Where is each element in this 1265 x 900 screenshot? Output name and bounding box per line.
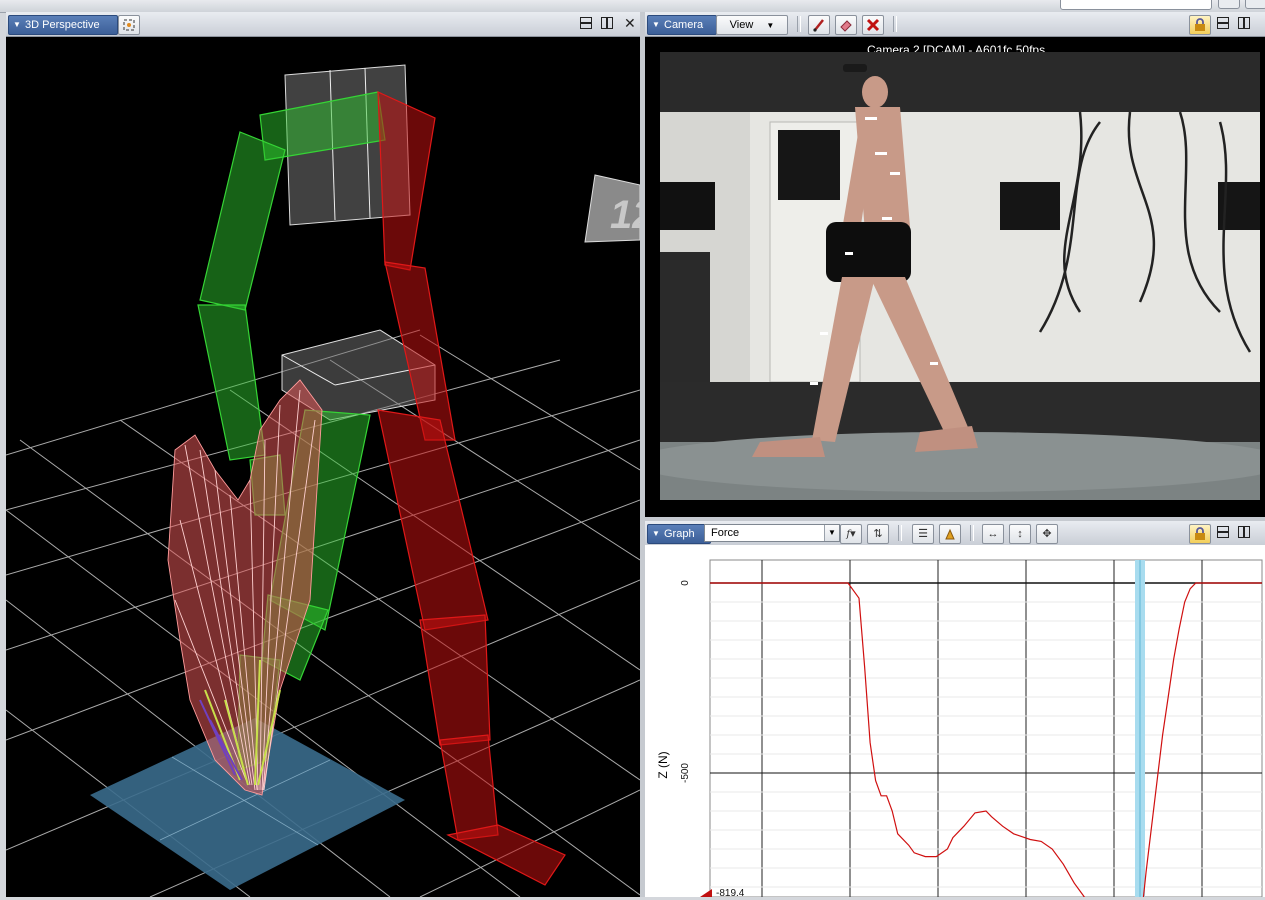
clear-icon[interactable] <box>939 524 961 544</box>
view-menu-button[interactable]: View ▼ <box>716 15 788 35</box>
cursor-value-marker <box>700 889 712 897</box>
graph-area: Z (N) 0 -500 -819.4 <box>645 545 1265 899</box>
toolbar-separator <box>797 16 801 32</box>
tab-graph[interactable]: ▼ Graph <box>647 524 711 544</box>
plot-frame <box>709 559 1263 898</box>
marker-label: 12 <box>610 193 640 237</box>
camera-video-frame[interactable] <box>660 52 1260 500</box>
focus-icon[interactable] <box>118 15 140 35</box>
eraser-icon[interactable] <box>835 15 857 35</box>
y-tick-label: -500 <box>680 763 691 783</box>
perspective-panel: ▼ 3D Perspective ✕ 1 <box>6 12 640 897</box>
graph-titlebar: ▼ Graph Force ▼ f▾ ⇅ ☰ ↔ ↕ ✥ <box>645 521 1265 546</box>
split-vertical-icon[interactable] <box>601 17 613 32</box>
split-horizontal-icon[interactable] <box>1217 17 1229 32</box>
cursor-value-label: -819.4 <box>716 888 745 897</box>
split-horizontal-icon[interactable] <box>1217 526 1229 541</box>
perspective-titlebar: ▼ 3D Perspective ✕ <box>6 12 640 37</box>
toolbar-button[interactable] <box>1245 0 1265 9</box>
toolbar-separator <box>893 16 897 32</box>
zoom-all-icon[interactable]: ✥ <box>1036 524 1058 544</box>
y-tick-label: 0 <box>680 580 691 586</box>
search-field[interactable] <box>1060 0 1212 10</box>
chevron-down-icon: ▼ <box>824 525 839 541</box>
tab-label: Camera <box>664 19 704 31</box>
toolbar-separator <box>898 525 902 541</box>
graph-panel: ▼ Graph Force ▼ f▾ ⇅ ☰ ↔ ↕ ✥ Z (N) 0 -500… <box>645 521 1265 899</box>
close-icon[interactable]: ✕ <box>624 15 636 32</box>
dropdown-arrow-icon: ▼ <box>652 529 660 538</box>
right-leg-red <box>377 91 566 886</box>
chevron-down-icon: ▼ <box>766 21 775 30</box>
label-marker: 12 <box>584 174 640 243</box>
graph-type-value: Force <box>711 527 740 539</box>
camera-titlebar: ▼ Camera View ▼ <box>645 12 1265 37</box>
zoom-vertical-icon[interactable]: ↕ <box>1009 524 1031 544</box>
tab-3d-perspective[interactable]: ▼ 3D Perspective <box>8 15 118 35</box>
lock-icon[interactable] <box>1189 524 1211 544</box>
delete-icon[interactable] <box>862 15 884 35</box>
toolbar-separator <box>970 525 974 541</box>
y-axis-label: Z (N) <box>656 751 670 778</box>
tab-camera[interactable]: ▼ Camera <box>647 15 717 35</box>
dropdown-arrow-icon: ▼ <box>13 20 21 29</box>
camera-panel: ▼ Camera View ▼ Camera 2 [DCAM] - A601fc… <box>645 12 1265 517</box>
tab-label: 3D Perspective <box>25 19 100 31</box>
split-vertical-icon[interactable] <box>1238 17 1250 32</box>
toolbar-button[interactable] <box>1218 0 1240 9</box>
dropdown-arrow-icon: ▼ <box>652 20 660 29</box>
brush-icon[interactable] <box>808 15 830 35</box>
list-icon[interactable]: ☰ <box>912 524 934 544</box>
sort-icon[interactable]: ⇅ <box>867 524 889 544</box>
lock-icon[interactable] <box>1189 15 1211 35</box>
view-label: View <box>729 19 754 31</box>
graph-type-select[interactable]: Force ▼ <box>704 524 840 542</box>
split-vertical-icon[interactable] <box>1238 526 1250 541</box>
split-horizontal-icon[interactable] <box>580 17 592 32</box>
tab-label: Graph <box>664 528 695 540</box>
function-icon[interactable]: f▾ <box>840 524 862 544</box>
force-chart[interactable]: Z (N) 0 -500 -819.4 <box>645 545 1265 899</box>
zoom-horizontal-icon[interactable]: ↔ <box>982 524 1004 544</box>
3d-viewport[interactable]: 12 <box>6 36 640 897</box>
